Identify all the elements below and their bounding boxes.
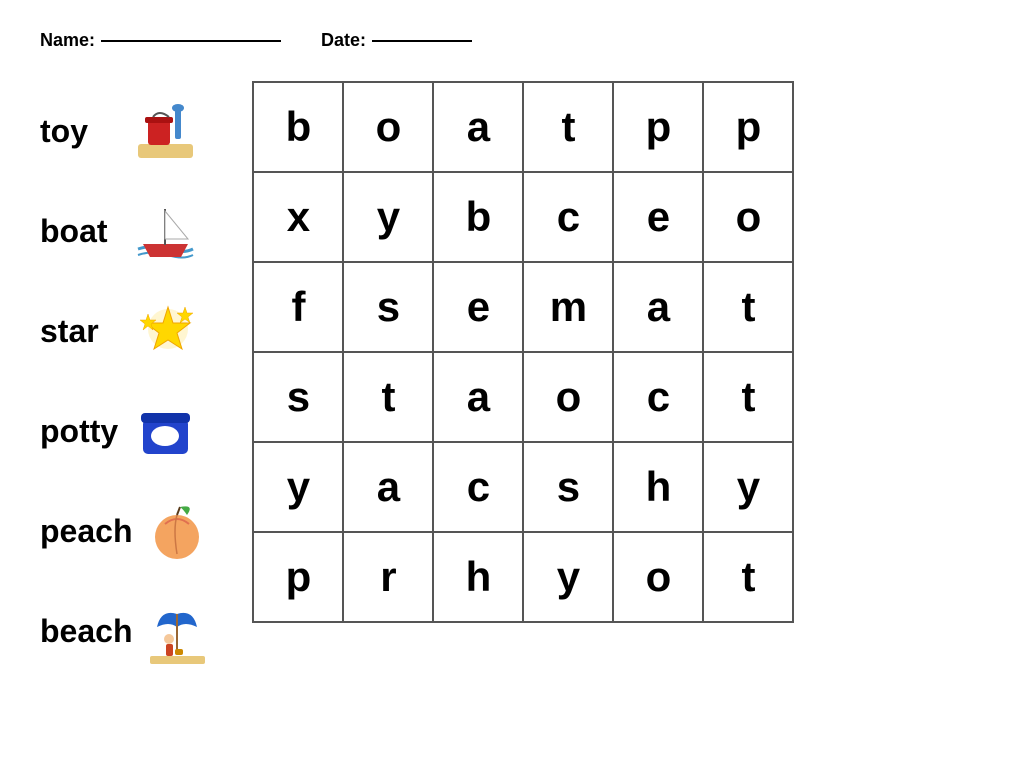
grid-cell-2-4: a: [614, 263, 704, 353]
name-underline[interactable]: [101, 40, 281, 42]
word-item-beach: beach: [40, 581, 212, 681]
grid-cell-5-3: y: [524, 533, 614, 623]
word-label-peach: peach: [40, 513, 132, 550]
word-item-boat: boat: [40, 181, 212, 281]
grid-cell-1-3: c: [524, 173, 614, 263]
grid-cell-4-0: y: [254, 443, 344, 533]
grid-container: boatppxybceofsematstaoctyacshyprhyot: [252, 81, 794, 623]
header: Name: Date:: [40, 30, 984, 51]
date-label: Date:: [321, 30, 366, 51]
grid-cell-2-1: s: [344, 263, 434, 353]
grid-cell-2-5: t: [704, 263, 794, 353]
grid-cell-2-2: e: [434, 263, 524, 353]
icon-toy: [130, 96, 200, 166]
word-label-toy: toy: [40, 113, 120, 150]
grid-cell-3-2: a: [434, 353, 524, 443]
grid-cell-2-0: f: [254, 263, 344, 353]
grid-cell-0-5: p: [704, 83, 794, 173]
grid-cell-4-4: h: [614, 443, 704, 533]
grid-cell-2-3: m: [524, 263, 614, 353]
grid-cell-4-5: y: [704, 443, 794, 533]
grid-cell-5-0: p: [254, 533, 344, 623]
word-label-potty: potty: [40, 413, 120, 450]
word-item-toy: toy: [40, 81, 212, 181]
grid-cell-4-1: a: [344, 443, 434, 533]
grid-cell-3-5: t: [704, 353, 794, 443]
word-item-potty: potty: [40, 381, 212, 481]
grid-cell-5-1: r: [344, 533, 434, 623]
word-item-star: star: [40, 281, 212, 381]
grid-cell-3-4: c: [614, 353, 704, 443]
grid-cell-0-0: b: [254, 83, 344, 173]
icon-peach: [142, 496, 212, 566]
icon-potty: [130, 396, 200, 466]
letter-grid: boatppxybceofsematstaoctyacshyprhyot: [252, 81, 794, 623]
grid-cell-0-2: a: [434, 83, 524, 173]
name-label: Name:: [40, 30, 95, 51]
main-content: toy: [40, 81, 984, 681]
page: Name: Date: toy: [0, 0, 1024, 711]
grid-cell-5-5: t: [704, 533, 794, 623]
word-label-beach: beach: [40, 613, 132, 650]
grid-cell-1-1: y: [344, 173, 434, 263]
date-underline[interactable]: [372, 40, 472, 42]
icon-star: [130, 296, 200, 366]
grid-cell-3-3: o: [524, 353, 614, 443]
grid-cell-1-0: x: [254, 173, 344, 263]
icon-boat: [130, 196, 200, 266]
word-list: toy: [40, 81, 212, 681]
grid-cell-5-2: h: [434, 533, 524, 623]
word-label-star: star: [40, 313, 120, 350]
grid-cell-4-3: s: [524, 443, 614, 533]
grid-cell-1-4: e: [614, 173, 704, 263]
word-label-boat: boat: [40, 213, 120, 250]
grid-cell-0-3: t: [524, 83, 614, 173]
word-item-peach: peach: [40, 481, 212, 581]
grid-cell-5-4: o: [614, 533, 704, 623]
grid-cell-0-1: o: [344, 83, 434, 173]
grid-cell-3-1: t: [344, 353, 434, 443]
grid-cell-1-5: o: [704, 173, 794, 263]
grid-cell-0-4: p: [614, 83, 704, 173]
grid-cell-3-0: s: [254, 353, 344, 443]
name-field: Name:: [40, 30, 281, 51]
grid-cell-4-2: c: [434, 443, 524, 533]
icon-beach: [142, 596, 212, 666]
grid-cell-1-2: b: [434, 173, 524, 263]
date-field: Date:: [321, 30, 472, 51]
